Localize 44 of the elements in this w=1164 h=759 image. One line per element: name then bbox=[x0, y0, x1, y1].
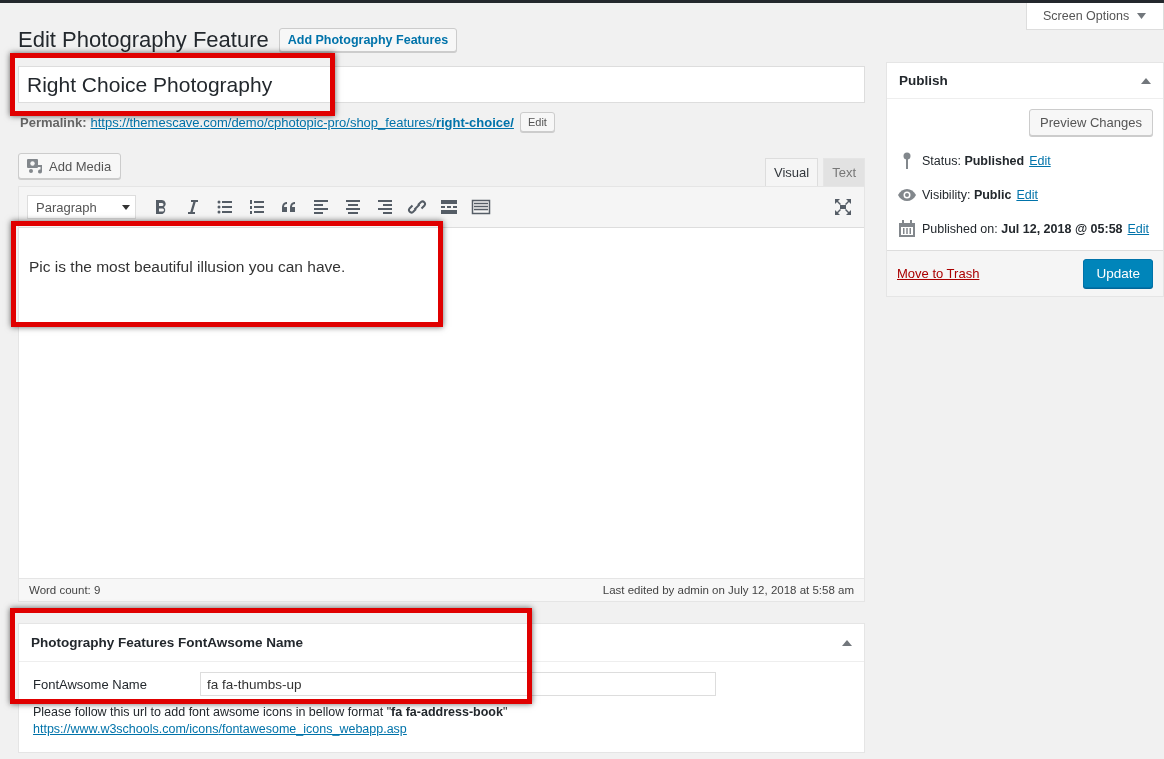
publish-info: Visibility: Public bbox=[922, 188, 1012, 202]
publish-title: Publish bbox=[899, 73, 948, 88]
title-field[interactable]: Right Choice Photography bbox=[18, 66, 865, 103]
calendar-icon bbox=[897, 219, 917, 239]
page-title: Edit Photography Feature bbox=[18, 27, 269, 53]
edit-permalink-button[interactable]: Edit bbox=[519, 112, 555, 132]
edit-link[interactable]: Edit bbox=[1029, 154, 1051, 168]
publish-info: Status: Published bbox=[922, 154, 1025, 168]
last-edited-text: Last edited by admin on July 12, 2018 at 5:58 am bbox=[602, 584, 854, 596]
caret-icon bbox=[1137, 13, 1147, 19]
help-link[interactable]: https://www.w3schools.com/icons bbox=[33, 722, 219, 736]
edit-link[interactable]: Edit bbox=[1016, 188, 1038, 202]
keyboard-icon[interactable] bbox=[471, 197, 491, 217]
move-to-trash-link[interactable]: Move to Trash bbox=[897, 266, 980, 281]
media-icon bbox=[26, 158, 44, 174]
format-dropdown[interactable]: Paragraph bbox=[27, 195, 136, 219]
editor-text: Pic is the most beautiful illusion you can have. bbox=[28, 257, 347, 277]
update-button[interactable]: Update bbox=[1083, 259, 1153, 288]
fullscreen-icon[interactable] bbox=[833, 197, 853, 217]
permalink-link[interactable]: https://themescave.com/demo/cphotopic-pro/shop_features/right-choice/ bbox=[90, 114, 514, 130]
caret-icon bbox=[122, 204, 130, 210]
align-center-icon[interactable] bbox=[343, 197, 363, 217]
help-text: Please follow this url to add font awsome icons in bellow format "fa fa-address-book" https://www.w3schools.com/icons/fontawesome_icons_webapp.asp bbox=[33, 704, 509, 738]
editor-tab[interactable]: Text bbox=[823, 158, 865, 186]
publish-info: Published on: Jul 12, 2018 @ 05:58 bbox=[922, 222, 1123, 236]
align-right-icon[interactable] bbox=[375, 197, 395, 217]
read-more-icon[interactable] bbox=[439, 197, 459, 217]
preview-changes-button[interactable]: Preview Changes bbox=[1029, 109, 1153, 136]
add-new-button[interactable]: Add Photography Features bbox=[278, 28, 458, 52]
collapse-icon[interactable] bbox=[1141, 77, 1151, 84]
add-media-button[interactable]: Add Media bbox=[18, 153, 122, 179]
metabox-title: Photography Features FontAwsome Name bbox=[31, 635, 304, 650]
field-label: FontAwsome Name bbox=[33, 676, 148, 692]
word-count: Word count: 9 bbox=[29, 584, 101, 596]
edit-link[interactable]: Edit bbox=[1127, 222, 1150, 236]
link-icon[interactable] bbox=[407, 197, 427, 217]
help-link[interactable]: /fontawesome_icons_webapp.asp bbox=[218, 722, 407, 736]
collapse-icon[interactable] bbox=[842, 639, 852, 646]
numbered-list-icon[interactable] bbox=[247, 197, 267, 217]
fontawesome-name-field[interactable]: fa fa-thumbs-up bbox=[200, 672, 716, 696]
editor-tab[interactable]: Visual bbox=[764, 158, 819, 186]
screen-options-button[interactable]: Screen Options bbox=[1026, 3, 1164, 30]
align-left-icon[interactable] bbox=[311, 197, 331, 217]
permalink-label: Permalink: bbox=[20, 114, 87, 130]
